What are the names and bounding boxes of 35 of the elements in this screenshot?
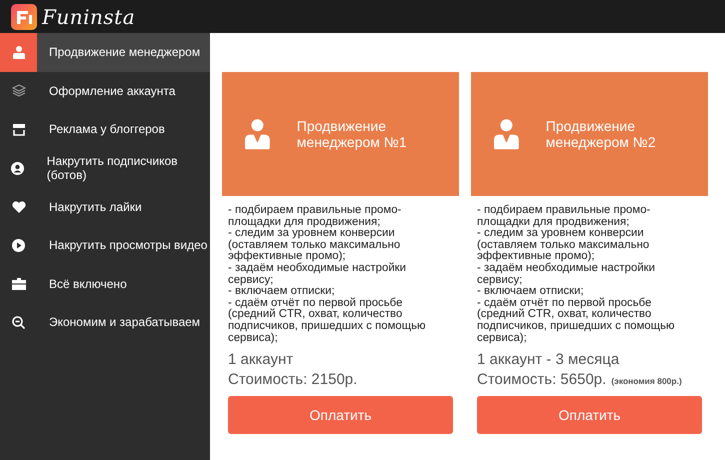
sidebar-item[interactable]: Продвижение менеджером bbox=[0, 33, 210, 72]
brand-name[interactable]: Funinsta bbox=[42, 4, 136, 28]
store-icon bbox=[12, 122, 26, 136]
feature-item: - включаем отписки; bbox=[228, 286, 336, 298]
plan-title: Продвижение менеджером №1 bbox=[296, 118, 408, 150]
plan-title: Продвижение менеджером №2 bbox=[546, 118, 657, 150]
feature-item: - сдаём отчёт по первой просьбе (средний CTR, охват, количество подписчиков, пришедших с помощью сервиса); bbox=[477, 298, 676, 344]
sidebar-item[interactable]: Всё включено bbox=[0, 264, 210, 304]
sidebar-item[interactable]: Реклама у блоггеров bbox=[0, 110, 210, 149]
sidebar-item[interactable]: Накрутить подписчиков (ботов) bbox=[0, 148, 210, 188]
sidebar-item[interactable]: Накрутить лайки bbox=[0, 187, 210, 226]
account-icon bbox=[10, 162, 24, 175]
briefcase-icon bbox=[12, 278, 26, 290]
zoom-out-icon bbox=[12, 316, 25, 329]
heart-icon bbox=[12, 200, 26, 213]
feature-item: - подбираем правильные промо-площадки для продвижения; bbox=[228, 205, 402, 228]
sidebar-item[interactable]: Накрутить просмотры видео bbox=[0, 226, 210, 265]
layers-icon bbox=[12, 84, 26, 98]
plan-price: Стоимость: 5650р. bbox=[477, 371, 606, 388]
plan-term: 1 аккаунт bbox=[227, 351, 294, 368]
feature-item: - задаём необходимые настройки сервису; bbox=[477, 262, 656, 286]
feature-item: - сдаём отчёт по первой просьбе (средний CTR, охват, количество подписчиков, пришедших с помощью сервиса); bbox=[228, 298, 427, 344]
plan-term: 1 аккаунт - 3 месяца bbox=[476, 351, 620, 368]
feature-item: - подбираем правильные промо-площадки для продвижения; bbox=[477, 205, 652, 228]
play-icon bbox=[12, 238, 25, 252]
plan-price: Стоимость: 2150р. bbox=[228, 371, 358, 388]
sidebar-item[interactable]: Оформление аккаунта bbox=[0, 72, 210, 110]
feature-item: - следим за уровнем конверсии (оставляем только максимально эффективные промо); bbox=[477, 228, 650, 262]
sidebar-item[interactable]: Экономим и зарабатываем bbox=[0, 303, 210, 342]
feature-item: - включаем отписки; bbox=[477, 286, 585, 298]
person-icon bbox=[12, 46, 24, 59]
logo-icon[interactable] bbox=[11, 4, 37, 30]
feature-item: - задаём необходимые настройки сервису; bbox=[228, 262, 408, 286]
feature-item: - следим за уровнем конверсии (оставляем только максимально эффективные промо); bbox=[228, 228, 402, 262]
savings-note: (экономия 800р.) bbox=[611, 376, 682, 386]
